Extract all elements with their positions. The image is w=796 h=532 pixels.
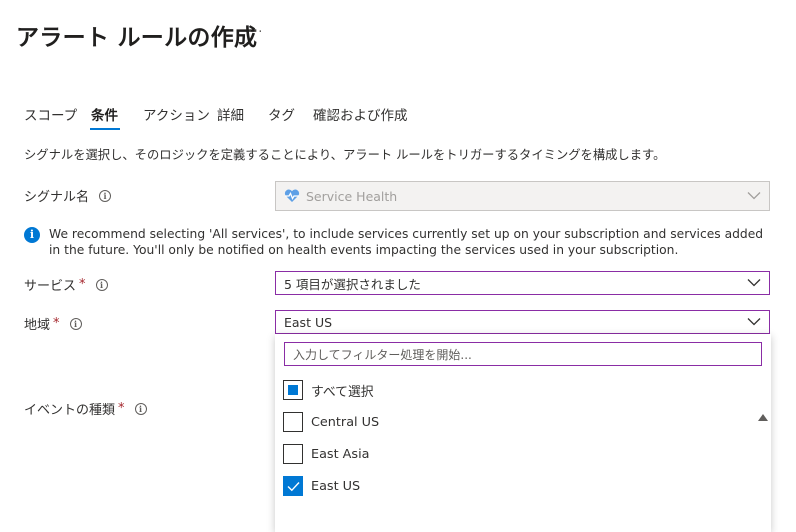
signal-name-label: シグナル名 i [24,186,112,205]
active-tab-indicator [90,128,120,130]
region-dropdown[interactable]: East US [275,310,770,334]
tab-condition[interactable]: 条件 [91,104,118,124]
info-icon[interactable]: i [95,278,108,291]
option-central-us[interactable]: Central US [283,412,379,432]
east-asia-checkbox[interactable] [283,444,303,464]
services-label: サービス * i [24,275,108,294]
region-value: East US [284,314,333,330]
central-us-checkbox[interactable] [283,412,303,432]
tab-actions[interactable]: アクション [143,104,210,124]
tab-scope[interactable]: スコープ [24,104,77,124]
region-label: 地域 * i [24,314,82,333]
signal-name-value: Service Health [306,188,398,204]
services-value: 5 項目が選択されました [284,276,421,292]
region-filter-input[interactable]: 入力してフィルター処理を開始... [284,342,762,366]
chevron-down-icon [747,279,761,287]
tab-tags[interactable]: タグ [268,104,295,124]
chevron-down-icon [747,318,761,326]
scroll-up-arrow-icon[interactable] [758,414,768,421]
info-icon[interactable]: i [134,402,147,415]
tab-review-create[interactable]: 確認および作成 [313,104,408,124]
signal-name-label-text: シグナル名 [24,190,90,205]
checkmark-icon [287,482,300,492]
heart-pulse-icon [284,189,300,202]
services-label-text: サービス [24,279,77,294]
signal-name-dropdown: Service Health [275,181,770,211]
info-message-bar: i We recommend selecting 'All services',… [24,226,764,258]
info-icon[interactable]: i [69,317,82,330]
east-us-checkbox[interactable] [283,476,303,496]
region-label-text: 地域 [24,318,51,333]
tab-details[interactable]: 詳細 [217,104,244,124]
info-message-text: We recommend selecting 'All services', t… [49,227,764,257]
event-type-label-text: イベントの種類 [24,403,116,418]
required-marker: * [79,277,86,292]
required-marker: * [53,316,60,331]
option-label: すべて選択 [311,384,374,400]
event-type-label: イベントの種類 * i [24,399,147,418]
region-dropdown-panel: 入力してフィルター処理を開始... すべて選択 Central US East … [275,334,771,532]
services-dropdown[interactable]: 5 項目が選択されました [275,271,770,295]
condition-description: シグナルを選択し、そのロジックを定義することにより、アラート ルールをトリガーす… [24,148,666,162]
option-east-asia[interactable]: East Asia [283,444,370,464]
info-icon[interactable]: i [99,189,112,202]
option-label: East Asia [311,446,370,462]
required-marker: * [118,401,125,416]
option-east-us[interactable]: East US [283,476,360,496]
option-select-all[interactable]: すべて選択 [283,380,374,400]
chevron-down-icon [747,192,761,200]
select-all-checkbox[interactable] [283,380,303,400]
more-options-button[interactable]: ··· [248,25,263,40]
page-title: アラート ルールの作成 [16,25,258,51]
option-label: East US [311,478,361,494]
option-label: Central US [311,414,380,430]
info-filled-icon: i [24,227,40,243]
